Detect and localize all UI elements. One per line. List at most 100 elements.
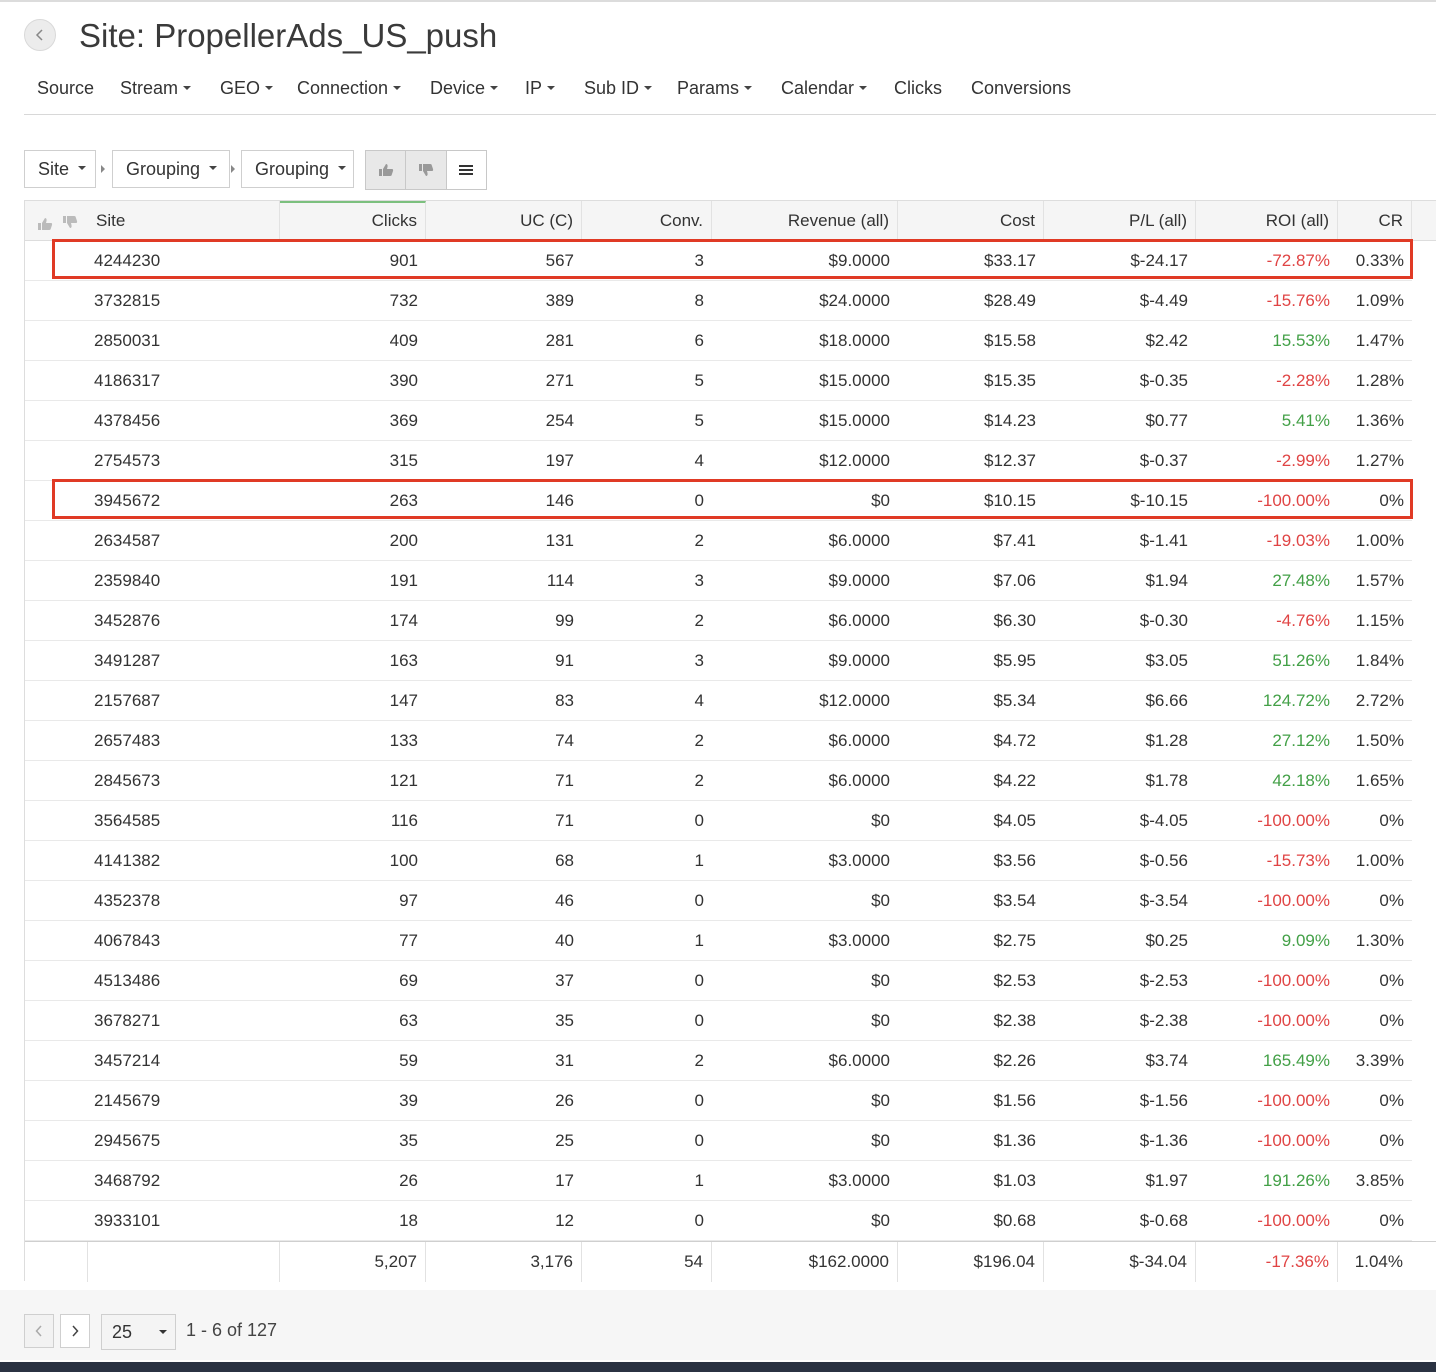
- table-row[interactable]: 2145679 39 26 0 $0 $1.56 $-1.56 -100.00% 0%: [25, 1081, 1412, 1121]
- table-row[interactable]: 2359840 191 114 3 $9.0000 $7.06 $1.94 27.48% 1.5…: [25, 561, 1412, 601]
- cell-site: 4141382: [94, 851, 161, 870]
- table-row[interactable]: 4378456 369 254 5 $15.0000 $14.23 $0.77 5.41% 1.…: [25, 401, 1412, 441]
- nav-stream[interactable]: Stream: [120, 76, 192, 100]
- nav-label: Calendar: [781, 78, 855, 98]
- cell-cost: $2.38: [993, 1011, 1036, 1030]
- nav-sub-id[interactable]: Sub ID: [584, 76, 653, 100]
- cell-revenue-all: $12.0000: [819, 451, 890, 470]
- cell-uc-c: 25: [555, 1131, 574, 1150]
- cell-site: 2845673: [94, 771, 161, 790]
- table-row[interactable]: 4186317 390 271 5 $15.0000 $15.35 $-0.35 -2.28%…: [25, 361, 1412, 401]
- col-header-cost[interactable]: Cost: [898, 201, 1044, 240]
- col-header-site[interactable]: Site: [88, 201, 280, 240]
- table-row[interactable]: 4352378 97 46 0 $0 $3.54 $-3.54 -100.00% 0%: [25, 881, 1412, 921]
- cell-clicks: 59: [399, 1051, 418, 1070]
- cell-cr: 1.00%: [1355, 851, 1404, 870]
- table-row[interactable]: 3732815 732 389 8 $24.0000 $28.49 $-4.49 -15.76…: [25, 281, 1412, 321]
- nav-connection[interactable]: Connection: [297, 76, 402, 100]
- cell-roi-all: -72.87%: [1266, 251, 1330, 270]
- cell-p-l-all: $1.94: [1145, 571, 1188, 590]
- table-row[interactable]: 4244230 901 567 3 $9.0000 $33.17 $-24.17 -72.87…: [25, 241, 1412, 281]
- cell-roi-all: 124.72%: [1262, 691, 1330, 710]
- prev-page-button[interactable]: [24, 1314, 54, 1348]
- cell-roi-all: -100.00%: [1257, 891, 1330, 910]
- thumbs-down-filter-button[interactable]: [406, 151, 447, 189]
- col-header-revenue-all[interactable]: Revenue (all): [712, 201, 898, 240]
- group-1-label: Site: [38, 158, 70, 179]
- col-header-uc-c[interactable]: UC (C): [426, 201, 582, 240]
- cell-revenue-all: $3.0000: [828, 931, 890, 950]
- caret-down-icon: [183, 86, 192, 91]
- pagination-bar: 25 1 - 6 of 127: [0, 1290, 1436, 1360]
- caret-down-icon: [338, 166, 347, 170]
- table-row[interactable]: 3945672 263 146 0 $0 $10.15 $-10.15 -100.00% 0%: [25, 481, 1412, 521]
- columns-menu-button[interactable]: [446, 151, 486, 189]
- table-row[interactable]: 2845673 121 71 2 $6.0000 $4.22 $1.78 42.18% 1.65…: [25, 761, 1412, 801]
- row-filter-icons: [37, 215, 79, 231]
- nav-ip[interactable]: IP: [525, 76, 556, 100]
- cell-cr: 1.50%: [1355, 731, 1404, 750]
- nav-label: IP: [525, 78, 543, 98]
- nav-conversions[interactable]: Conversions: [971, 76, 1071, 100]
- table-row[interactable]: 2634587 200 131 2 $6.0000 $7.41 $-1.41 -19.03% 1…: [25, 521, 1412, 561]
- thumbs-down-icon[interactable]: [62, 215, 78, 229]
- cell-cr: 1.30%: [1355, 931, 1404, 950]
- page-size-select[interactable]: 25: [101, 1314, 176, 1350]
- back-button[interactable]: [24, 19, 56, 51]
- table-row[interactable]: 2657483 133 74 2 $6.0000 $4.72 $1.28 27.12% 1.50…: [25, 721, 1412, 761]
- table-row[interactable]: 3564585 116 71 0 $0 $4.05 $-4.05 -100.00% 0%: [25, 801, 1412, 841]
- cell-uc-c: 40: [555, 931, 574, 950]
- cell-site: 4352378: [94, 891, 161, 910]
- cell-uc-c: 281: [545, 331, 574, 350]
- table-row[interactable]: 3468792 26 17 1 $3.0000 $1.03 $1.97 191.26% 3.85…: [25, 1161, 1412, 1201]
- table-row[interactable]: 2754573 315 197 4 $12.0000 $12.37 $-0.37 -2.99%…: [25, 441, 1412, 481]
- table-row[interactable]: 4141382 100 68 1 $3.0000 $3.56 $-0.56 -15.73% 1.…: [25, 841, 1412, 881]
- page-range-text: 1 - 6 of 127: [186, 1320, 278, 1340]
- cell-clicks: 200: [389, 531, 418, 550]
- nav-params[interactable]: Params: [677, 76, 753, 100]
- nav-device[interactable]: Device: [430, 76, 499, 100]
- table-row[interactable]: 3457214 59 31 2 $6.0000 $2.26 $3.74 165.49% 3.39…: [25, 1041, 1412, 1081]
- col-header-conv[interactable]: Conv.: [582, 201, 712, 240]
- table-row[interactable]: 3678271 63 35 0 $0 $2.38 $-2.38 -100.00% 0%: [25, 1001, 1412, 1041]
- cell-revenue-all: $3.0000: [828, 851, 890, 870]
- cell-cost: $3.56: [993, 851, 1036, 870]
- nav-label: Connection: [297, 78, 389, 98]
- cell-clicks: 18: [399, 1211, 418, 1230]
- col-header-roi-all[interactable]: ROI (all): [1196, 201, 1338, 240]
- cell-clicks: 732: [389, 291, 418, 310]
- cell-clicks: 77: [399, 931, 418, 950]
- col-header-cr[interactable]: CR: [1338, 201, 1412, 240]
- nav-calendar[interactable]: Calendar: [781, 76, 868, 100]
- table-row[interactable]: 3452876 174 99 2 $6.0000 $6.30 $-0.30 -4.76% 1.1…: [25, 601, 1412, 641]
- nav-label: Params: [677, 78, 740, 98]
- group-3-dropdown[interactable]: Grouping: [241, 150, 354, 188]
- table-row[interactable]: 3491287 163 91 3 $9.0000 $5.95 $3.05 51.26% 1.84…: [25, 641, 1412, 681]
- table-row[interactable]: 4067843 77 40 1 $3.0000 $2.75 $0.25 9.09% 1.30%: [25, 921, 1412, 961]
- table-row[interactable]: 3933101 18 12 0 $0 $0.68 $-0.68 -100.00% 0%: [25, 1201, 1412, 1241]
- group-2-dropdown[interactable]: Grouping: [112, 150, 230, 188]
- nav-clicks[interactable]: Clicks: [894, 76, 942, 100]
- nav-geo[interactable]: GEO: [220, 76, 274, 100]
- cell-roi-all: 27.12%: [1272, 731, 1330, 750]
- next-page-button[interactable]: [60, 1314, 90, 1348]
- table-row[interactable]: 2945675 35 25 0 $0 $1.36 $-1.36 -100.00% 0%: [25, 1121, 1412, 1161]
- cell-revenue-all: $0: [871, 1211, 890, 1230]
- cell-uc-c: 71: [555, 811, 574, 830]
- table-row[interactable]: 2850031 409 281 6 $18.0000 $15.58 $2.42 15.53% 1…: [25, 321, 1412, 361]
- thumbs-up-filter-button[interactable]: [366, 151, 407, 189]
- col-header-p-l-all[interactable]: P/L (all): [1044, 201, 1196, 240]
- table-row[interactable]: 4513486 69 37 0 $0 $2.53 $-2.53 -100.00% 0%: [25, 961, 1412, 1001]
- table-row[interactable]: 2157687 147 83 4 $12.0000 $5.34 $6.66 124.72% 2.…: [25, 681, 1412, 721]
- thumbs-up-icon[interactable]: [37, 217, 53, 231]
- cell-cost: $4.22: [993, 771, 1036, 790]
- thumbs-up-icon: [378, 164, 393, 176]
- group-1-dropdown[interactable]: Site: [24, 150, 96, 188]
- cell-clicks: 263: [389, 491, 418, 510]
- nav-source[interactable]: Source: [37, 76, 94, 100]
- caret-down-icon: [644, 86, 653, 91]
- col-header-clicks[interactable]: Clicks: [280, 201, 426, 240]
- cell-clicks: 174: [389, 611, 418, 630]
- cell-conv: 2: [694, 531, 704, 550]
- cell-conv: 0: [694, 971, 704, 990]
